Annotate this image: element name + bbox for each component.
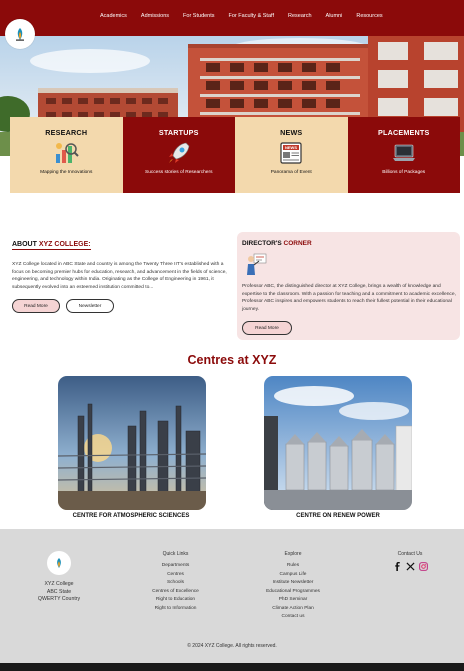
director-heading: DIRECTOR'S CORNER: [242, 240, 455, 247]
about-body: XYZ College located in ABC State and cou…: [12, 262, 227, 290]
footer-link-contact-us[interactable]: Contact us: [245, 613, 341, 622]
feature-card-startups[interactable]: STARTUPS Success stories of Researchers: [122, 117, 235, 193]
feature-subtitle: Mapping the Innovations: [40, 170, 93, 175]
footer-link-departments[interactable]: Departments: [128, 562, 223, 571]
footer-brand-country: QWERTY Country: [37, 596, 81, 602]
atmospheric-sciences-image[interactable]: [58, 376, 206, 510]
x-icon[interactable]: [405, 562, 415, 571]
about-section: ABOUT XYZ COLLEGE: XYZ College located i…: [12, 233, 232, 314]
college-logo[interactable]: [5, 19, 35, 49]
feature-title: STARTUPS: [158, 128, 199, 137]
feature-card-placements[interactable]: PLACEMENTS Billions of Packages: [347, 117, 460, 193]
centre-label-renew-power[interactable]: CENTRE ON RENEW POWER: [258, 513, 418, 519]
copyright-text: © 2024 XYZ College. All rights reserved.: [187, 643, 277, 649]
footer-link-right-to-education[interactable]: Right to Education: [128, 596, 223, 605]
nav-admissions[interactable]: Admissions: [141, 13, 169, 19]
director-body: Professor ABC, the distinguished directo…: [242, 284, 456, 312]
rocket-icon: [165, 139, 193, 167]
quick-links-title: Quick Links: [162, 551, 189, 557]
instagram-icon[interactable]: [418, 562, 428, 571]
directors-corner: DIRECTOR'S CORNER Professor ABC, the dis…: [237, 232, 460, 340]
social-links: [385, 562, 435, 571]
main-nav: Academics Admissions For Students For Fa…: [100, 13, 397, 19]
footer-address: XYZ College ABC State QWERTY Country: [22, 581, 96, 604]
director-heading-prefix: DIRECTOR'S: [242, 240, 284, 247]
centre-label-atmospheric[interactable]: CENTRE FOR ATMOSPHERIC SCIENCES: [51, 513, 211, 519]
footer-link-rules[interactable]: Rules: [245, 562, 341, 571]
about-heading: ABOUT XYZ COLLEGE:: [12, 241, 91, 250]
footer-link-institute-newsletter[interactable]: Institute Newsletter: [245, 579, 341, 588]
feature-title: NEWS: [280, 128, 303, 137]
logo-emblem-icon: [57, 558, 61, 568]
director-heading-accent: CORNER: [283, 240, 312, 247]
nav-research[interactable]: Research: [288, 13, 312, 19]
footer-link-schools[interactable]: Schools: [128, 579, 223, 588]
facebook-icon[interactable]: [393, 562, 402, 571]
contact-title: Contact Us: [397, 551, 423, 557]
newspaper-icon: NEWS: [277, 139, 305, 167]
centres-title: Centres at XYZ: [187, 353, 277, 367]
footer-link-phd-seminar[interactable]: PhD Seminar: [245, 596, 341, 605]
top-navigation-bar: Academics Admissions For Students For Fa…: [0, 0, 464, 36]
logo-emblem-icon: [16, 28, 24, 41]
quick-links-column: Quick Links Departments Centres Schools …: [128, 551, 223, 613]
footer-link-centres-of-excellence[interactable]: Centres of Excellence: [128, 588, 223, 597]
feature-card-news[interactable]: NEWS NEWS Panorama of Event: [235, 117, 348, 193]
feature-cards: RESEARCH Mapping the Innovations STARTUP…: [10, 117, 460, 193]
feature-title: PLACEMENTS: [377, 128, 430, 137]
newsletter-button[interactable]: Newsletter: [66, 299, 114, 314]
explore-title: Explore: [284, 551, 302, 557]
explore-column: Explore Rules Campus Life Institute News…: [245, 551, 341, 622]
footer-brand-name: XYZ College: [44, 581, 74, 587]
footer-link-climate-action-plan[interactable]: Climate Action Plan: [245, 605, 341, 614]
laptop-icon: [390, 139, 418, 167]
footer-link-educational-programmes[interactable]: Educational Programmes: [245, 588, 341, 597]
nav-for-faculty-staff[interactable]: For Faculty & Staff: [229, 13, 274, 19]
research-icon: [52, 139, 80, 167]
about-heading-prefix: ABOUT: [12, 241, 39, 248]
bottom-strip: [0, 663, 464, 671]
about-buttons: Read More Newsletter: [12, 299, 232, 314]
contact-column: Contact Us: [385, 551, 435, 571]
director-avatar-icon: [242, 251, 268, 277]
nav-resources[interactable]: Resources: [356, 13, 382, 19]
feature-subtitle: Panorama of Event: [270, 170, 312, 175]
about-read-more-button[interactable]: Read More: [12, 299, 60, 314]
feature-subtitle: Billions of Packages: [382, 170, 426, 175]
footer-brand-state: ABC State: [46, 588, 72, 595]
nav-alumni[interactable]: Alumni: [326, 13, 343, 19]
feature-subtitle: Success stories of Researchers: [145, 170, 213, 175]
footer-logo[interactable]: [47, 551, 71, 575]
site-footer: XYZ College ABC State QWERTY Country Qui…: [0, 529, 464, 663]
nav-academics[interactable]: Academics: [100, 13, 127, 19]
feature-title: RESEARCH: [45, 128, 88, 137]
feature-card-research[interactable]: RESEARCH Mapping the Innovations: [10, 117, 123, 193]
footer-link-campus-life[interactable]: Campus Life: [245, 571, 341, 580]
svg-text:NEWS: NEWS: [285, 145, 297, 150]
renew-power-image[interactable]: [264, 376, 412, 510]
footer-link-centres[interactable]: Centres: [128, 571, 223, 580]
director-read-more-button[interactable]: Read More: [242, 321, 292, 335]
about-heading-accent: XYZ COLLEGE:: [38, 241, 91, 248]
nav-for-students[interactable]: For Students: [183, 13, 215, 19]
footer-link-right-to-information[interactable]: Right to Information: [128, 605, 223, 614]
